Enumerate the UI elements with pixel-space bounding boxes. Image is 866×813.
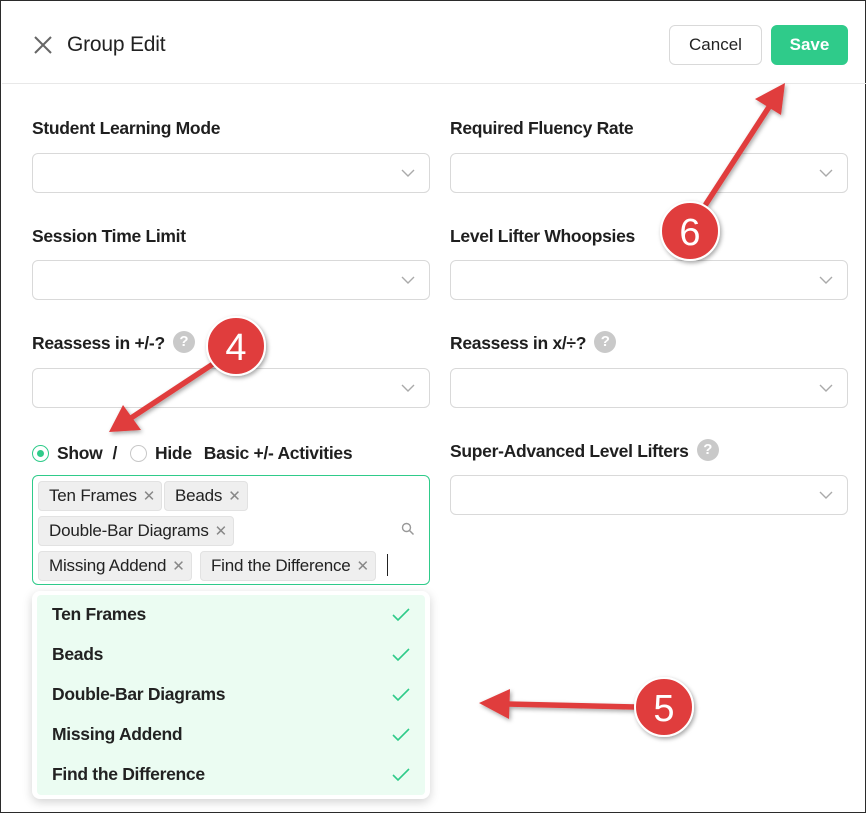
tag-missing-addend: Missing Addend ✕ <box>38 551 192 581</box>
dropdown-list: Ten Frames Beads Double-Bar Diagrams Mis… <box>37 595 425 795</box>
callout-5-text: 5 <box>653 688 674 730</box>
chevron-down-icon <box>819 384 833 392</box>
activities-dropdown: Ten Frames Beads Double-Bar Diagrams Mis… <box>32 591 430 799</box>
hide-radio[interactable] <box>130 444 148 462</box>
option-double-bar-diagrams[interactable]: Double-Bar Diagrams <box>37 675 425 715</box>
dialog-title: Group Edit <box>67 33 166 56</box>
callout-5: 5 <box>634 677 694 737</box>
check-icon <box>392 728 410 742</box>
student-learning-mode-select[interactable] <box>32 153 430 193</box>
help-icon[interactable]: ? <box>594 331 617 354</box>
reassess-mul-div-text: Reassess in x/÷? <box>450 333 587 353</box>
tag-find-the-difference: Find the Difference ✕ <box>200 551 376 581</box>
save-button[interactable]: Save <box>771 25 848 65</box>
callout-6-text: 6 <box>679 212 700 254</box>
option-label: Double-Bar Diagrams <box>52 684 226 704</box>
option-label: Find the Difference <box>52 764 205 784</box>
tag-double-bar-diagrams: Double-Bar Diagrams ✕ <box>38 516 235 546</box>
chevron-down-icon <box>401 169 415 177</box>
remove-tag-icon[interactable]: ✕ <box>172 557 185 575</box>
close-icon[interactable] <box>32 34 54 56</box>
cancel-button[interactable]: Cancel <box>669 25 762 65</box>
text-caret <box>387 554 388 576</box>
check-icon <box>392 648 410 662</box>
tag-label: Double-Bar Diagrams <box>49 521 209 540</box>
chevron-down-icon <box>819 491 833 499</box>
reassess-mul-div-select[interactable] <box>450 368 848 408</box>
option-label: Beads <box>52 644 104 664</box>
dialog-header: Group Edit Cancel Save <box>2 2 866 84</box>
check-icon <box>392 608 410 622</box>
tag-label: Find the Difference <box>211 556 351 575</box>
option-label: Ten Frames <box>52 604 146 624</box>
radio-separator: / <box>112 442 118 463</box>
check-icon <box>392 768 410 782</box>
show-radio[interactable] <box>32 444 49 462</box>
reassess-mul-div-label: Reassess in x/÷?? <box>450 331 617 355</box>
remove-tag-icon[interactable]: ✕ <box>215 522 228 540</box>
required-fluency-rate-select[interactable] <box>450 153 848 193</box>
tag-label: Missing Addend <box>49 556 167 575</box>
help-icon[interactable]: ? <box>172 331 195 354</box>
option-missing-addend[interactable]: Missing Addend <box>37 715 425 755</box>
remove-tag-icon[interactable]: ✕ <box>357 557 370 575</box>
tag-label: Beads <box>175 486 223 505</box>
option-find-the-difference[interactable]: Find the Difference <box>37 755 425 795</box>
arrow-5 <box>479 689 638 719</box>
option-label: Missing Addend <box>52 724 183 744</box>
basic-activities-toggle: Show / Hide Basic +/- Activities <box>32 441 353 465</box>
basic-activities-label: Basic +/- Activities <box>203 442 353 463</box>
session-time-limit-select[interactable] <box>32 260 430 300</box>
chevron-down-icon <box>401 276 415 284</box>
session-time-limit-label: Session Time Limit <box>32 226 186 246</box>
super-advanced-text: Super-Advanced Level Lifters <box>450 441 689 461</box>
remove-tag-icon[interactable]: ✕ <box>143 487 156 505</box>
tag-ten-frames: Ten Frames ✕ <box>38 481 163 511</box>
option-beads[interactable]: Beads <box>37 635 425 675</box>
super-advanced-label: Super-Advanced Level Lifters? <box>450 439 719 463</box>
check-icon <box>392 688 410 702</box>
remove-tag-icon[interactable]: ✕ <box>228 487 241 505</box>
hide-radio-label[interactable]: Hide <box>155 443 192 464</box>
search-icon <box>401 522 415 536</box>
callout-4-text: 4 <box>225 327 246 369</box>
group-edit-dialog: Group Edit Cancel Save Student Learning … <box>0 0 866 813</box>
callout-4: 4 <box>206 316 266 376</box>
chevron-down-icon <box>819 276 833 284</box>
callout-6: 6 <box>660 201 720 261</box>
show-radio-label[interactable]: Show <box>57 443 103 464</box>
tag-label: Ten Frames <box>49 486 137 505</box>
reassess-add-sub-label: Reassess in +/-?? <box>32 331 195 355</box>
option-ten-frames[interactable]: Ten Frames <box>37 595 425 635</box>
level-lifter-whoopsies-select[interactable] <box>450 260 848 300</box>
super-advanced-select[interactable] <box>450 475 848 515</box>
basic-activities-multiselect[interactable]: Ten Frames ✕ Beads ✕ Double-Bar Diagrams ✕ … <box>32 475 430 585</box>
tag-beads: Beads ✕ <box>164 481 248 511</box>
student-learning-mode-label: Student Learning Mode <box>32 118 221 138</box>
reassess-add-sub-text: Reassess in +/-? <box>32 333 165 353</box>
chevron-down-icon <box>819 169 833 177</box>
required-fluency-rate-label: Required Fluency Rate <box>450 118 634 138</box>
level-lifter-whoopsies-label: Level Lifter Whoopsies <box>450 226 635 246</box>
help-icon[interactable]: ? <box>696 439 719 462</box>
reassess-add-sub-select[interactable] <box>32 368 430 408</box>
chevron-down-icon <box>401 384 415 392</box>
